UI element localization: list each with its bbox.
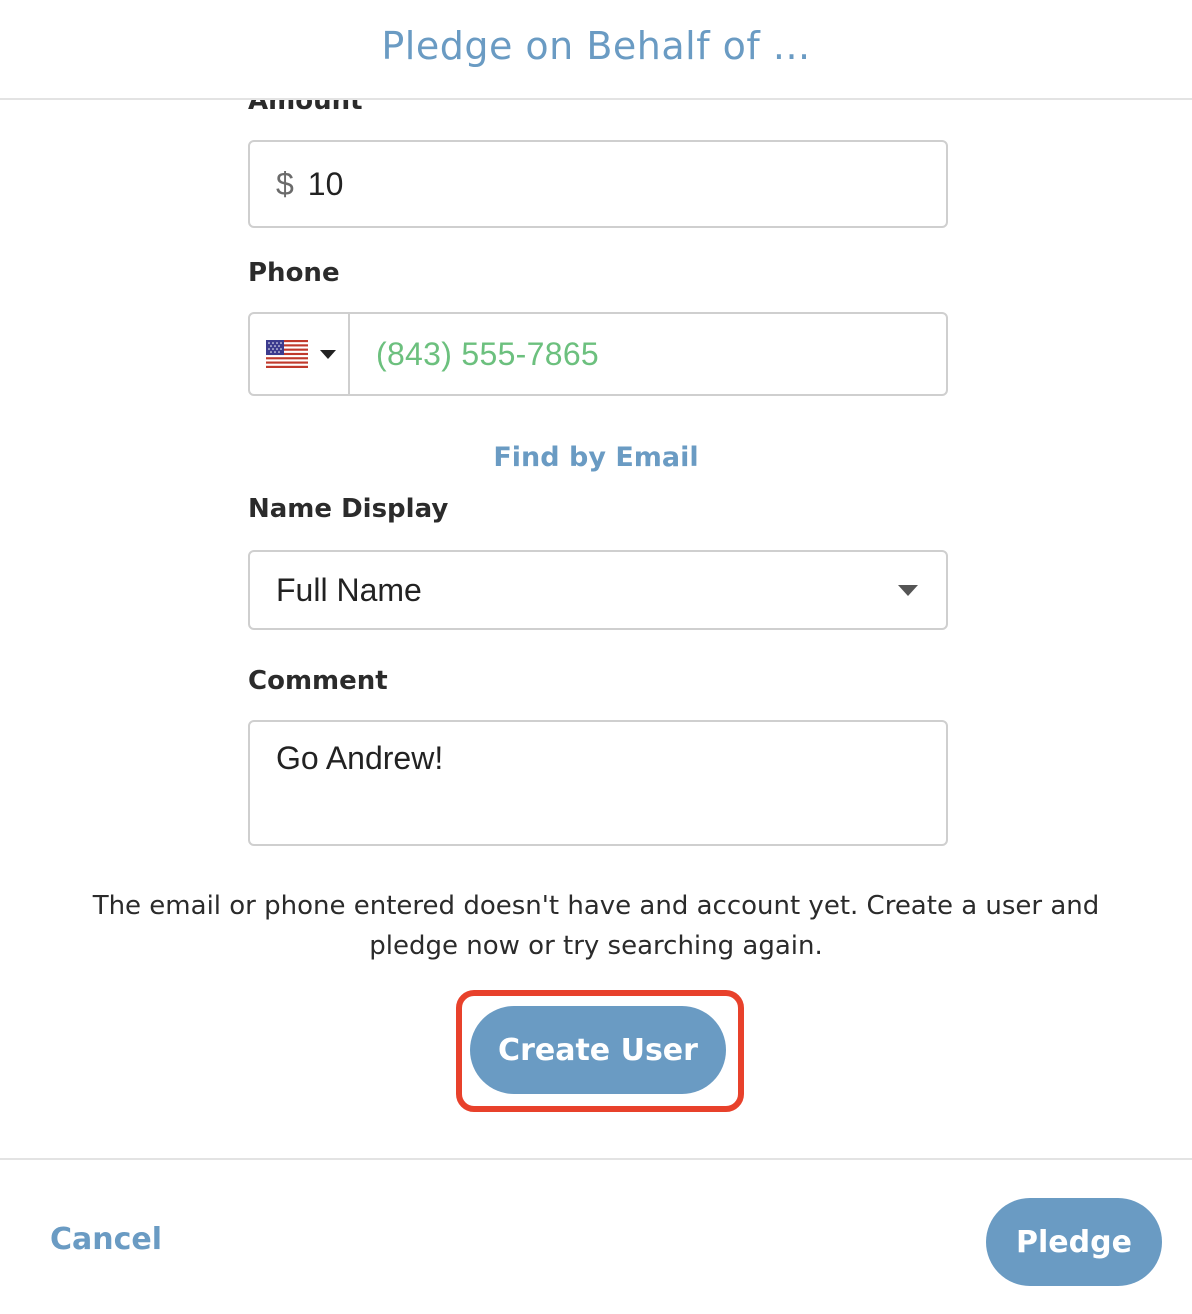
amount-value[interactable]: 10	[308, 166, 344, 203]
chevron-down-icon	[898, 584, 918, 596]
modal-header: Pledge on Behalf of ...	[0, 0, 1192, 100]
phone-label: Phone	[248, 258, 340, 288]
amount-label: Amount	[248, 100, 363, 116]
create-user-button[interactable]: Create User	[470, 1006, 726, 1094]
name-display-value: Full Name	[276, 571, 422, 608]
country-code-select[interactable]	[250, 314, 350, 394]
comment-label: Comment	[248, 666, 388, 696]
pledge-button[interactable]: Pledge	[986, 1198, 1162, 1286]
amount-input[interactable]: $ 10	[248, 140, 948, 228]
modal-footer: Cancel Pledge	[0, 1158, 1192, 1314]
currency-symbol: $	[276, 165, 294, 202]
comment-value: Go Andrew!	[276, 740, 444, 776]
find-by-email-link[interactable]: Find by Email	[0, 442, 1192, 473]
no-account-notice: The email or phone entered doesn't have …	[92, 891, 1100, 961]
chevron-down-icon	[320, 349, 336, 359]
modal-body[interactable]: Amount $ 10 Phone (843) 555-7865 Find by…	[0, 100, 1192, 1158]
cancel-button[interactable]: Cancel	[50, 1222, 162, 1257]
phone-input[interactable]: (843) 555-7865	[248, 312, 948, 396]
comment-textarea[interactable]: Go Andrew!	[248, 720, 948, 846]
name-display-select[interactable]: Full Name	[248, 550, 948, 630]
modal-title: Pledge on Behalf of ...	[381, 24, 811, 68]
phone-value[interactable]: (843) 555-7865	[376, 336, 599, 373]
us-flag-icon	[266, 340, 308, 368]
name-display-label: Name Display	[248, 494, 449, 524]
